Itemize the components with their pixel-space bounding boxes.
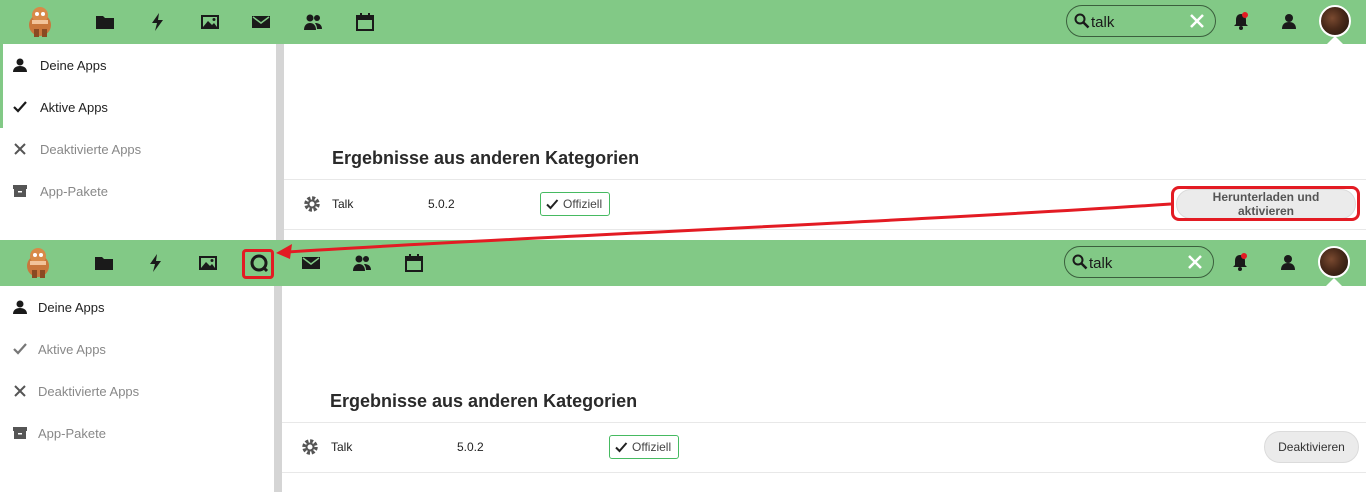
sidebar-item-your-apps[interactable]: Deine Apps [0,44,276,86]
official-badge: Offiziell [540,192,611,216]
screenshot-before: Deine Apps Aktive Apps Deaktivierte Apps… [0,0,1366,240]
check-icon [615,441,628,452]
divider [282,422,1366,423]
sidebar-item-label: App-Pakete [40,183,108,199]
app-gear-icon [302,439,318,455]
gallery-icon[interactable] [196,251,220,275]
sidebar-item-active-apps[interactable]: Aktive Apps [0,328,276,370]
archive-icon [13,185,27,197]
sidebar-item-active-apps[interactable]: Aktive Apps [0,86,276,128]
official-badge: Offiziell [609,435,680,459]
sidebar-scrollbar[interactable] [276,44,284,240]
clear-search-icon[interactable] [1189,13,1205,29]
contacts-menu-icon[interactable] [1279,11,1299,31]
badge-label: Offiziell [563,197,603,211]
divider [284,229,1366,230]
user-icon [13,58,27,72]
app-version: 5.0.2 [428,197,455,211]
header-bar [0,240,1366,286]
divider [282,472,1366,473]
annotation-highlight-button [1171,186,1360,221]
sidebar-item-app-bundles[interactable]: App-Pakete [0,170,276,212]
sidebar-item-label: Aktive Apps [38,341,106,357]
menu-caret [1327,36,1343,44]
sidebar-scrollbar[interactable] [274,286,282,492]
search-box [1066,5,1216,37]
files-icon[interactable] [92,251,116,275]
sidebar-item-label: App-Pakete [38,425,106,441]
check-icon [13,101,27,113]
app-name[interactable]: Talk [332,197,353,211]
logo-icon[interactable] [22,3,58,39]
search-input[interactable] [1091,12,1191,32]
calendar-icon[interactable] [353,10,377,34]
sidebar-item-your-apps[interactable]: Deine Apps [0,286,276,328]
check-icon [546,198,559,209]
contacts-menu-icon[interactable] [1278,252,1298,272]
close-icon [14,385,26,397]
annotation-highlight-talk-icon [242,249,274,279]
contacts-icon[interactable] [350,251,374,275]
search-icon [1072,254,1088,270]
sidebar-item-label: Deine Apps [40,57,107,73]
clear-search-icon[interactable] [1187,254,1203,270]
search-input[interactable] [1089,253,1189,273]
section-title: Ergebnisse aus anderen Kategorien [330,391,638,411]
notifications-icon[interactable] [1231,11,1251,31]
screenshot-after: Deine Apps Aktive Apps Deaktivierte Apps… [0,240,1366,492]
archive-icon [13,427,27,439]
app-name[interactable]: Talk [331,440,352,454]
sidebar-item-label: Deaktivierte Apps [38,383,140,399]
notifications-icon[interactable] [1230,252,1250,272]
divider [284,179,1366,180]
app-version: 5.0.2 [457,440,484,454]
badge-label: Offiziell [632,440,672,454]
avatar[interactable] [1318,246,1350,278]
user-icon [13,300,27,314]
section-title: Ergebnisse aus anderen Kategorien [332,148,640,168]
activity-icon[interactable] [144,251,168,275]
sidebar: Deine Apps Aktive Apps Deaktivierte Apps… [0,286,276,492]
mail-icon[interactable] [299,251,323,275]
search-icon [1074,13,1090,29]
gallery-icon[interactable] [198,10,222,34]
sidebar-item-disabled-apps[interactable]: Deaktivierte Apps [0,370,276,412]
sidebar-item-label: Aktive Apps [40,99,108,115]
logo-icon[interactable] [20,244,56,280]
header-bar [0,0,1366,44]
calendar-icon[interactable] [402,251,426,275]
disable-button[interactable]: Deaktivieren [1264,431,1359,463]
app-gear-icon [304,196,320,212]
sidebar-item-disabled-apps[interactable]: Deaktivierte Apps [0,128,276,170]
mail-icon[interactable] [249,10,273,34]
sidebar-item-label: Deine Apps [38,299,105,315]
avatar[interactable] [1319,5,1351,37]
check-icon [13,343,27,355]
menu-caret [1326,278,1342,286]
files-icon[interactable] [93,10,117,34]
sidebar-item-app-bundles[interactable]: App-Pakete [0,412,276,454]
search-box [1064,246,1214,278]
sidebar: Deine Apps Aktive Apps Deaktivierte Apps… [0,44,276,240]
close-icon [14,143,26,155]
activity-icon[interactable] [146,10,170,34]
contacts-icon[interactable] [301,10,325,34]
sidebar-item-label: Deaktivierte Apps [40,141,142,157]
